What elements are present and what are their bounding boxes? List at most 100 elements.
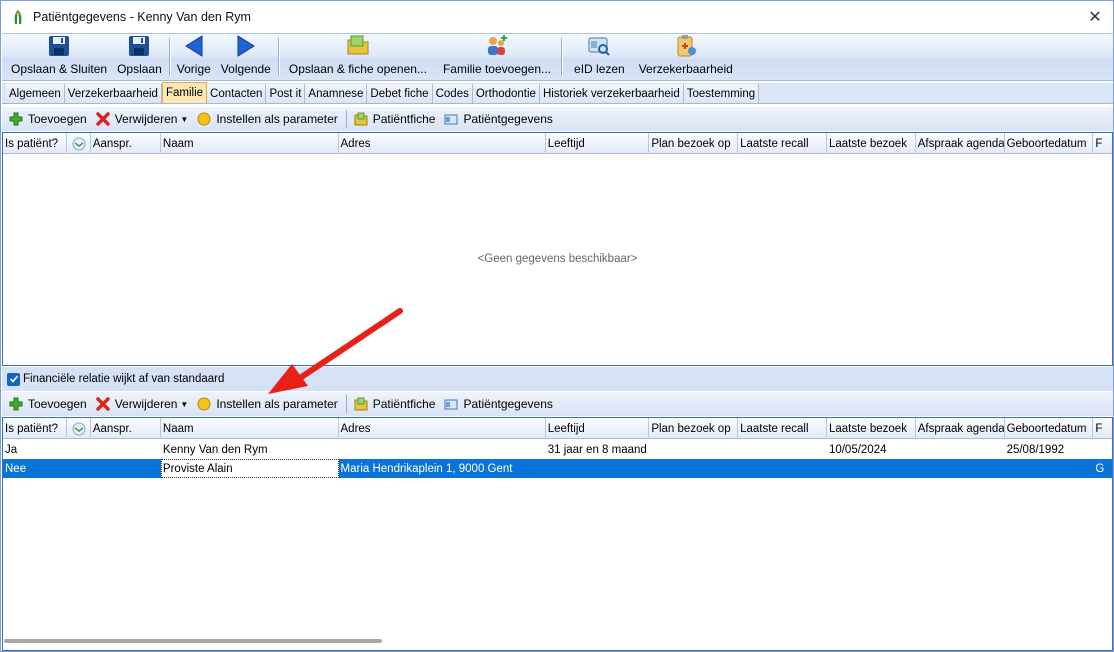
plus-icon: [8, 111, 24, 127]
tab-anamnese[interactable]: Anamnese: [305, 84, 368, 103]
tab-historiek-verzekerbaarheid[interactable]: Historiek verzekerbaarheid: [539, 84, 684, 103]
col-aanspr[interactable]: Aanspr.: [91, 418, 161, 439]
col-aanspr[interactable]: Aanspr.: [91, 133, 161, 154]
close-icon[interactable]: ✕: [1085, 7, 1105, 27]
patient-card-icon: [443, 396, 459, 412]
floppy-disk-icon: [126, 34, 152, 58]
tab-strip: Algemeen Verzekerbaarheid Familie Contac…: [2, 82, 1113, 104]
financial-relation-band: Financiële relatie wijkt af van standaar…: [2, 367, 1113, 391]
patient-file-button[interactable]: Patiëntfiche: [353, 396, 435, 412]
col-laatste-bezoek[interactable]: Laatste bezoek: [827, 133, 916, 154]
patient-data-label: Patiëntgegevens: [463, 112, 553, 126]
app-logo-icon: [14, 10, 22, 24]
envelope-icon: [72, 422, 85, 435]
add-label: Toevoegen: [28, 112, 87, 126]
save-close-button[interactable]: Opslaan & Sluiten: [6, 34, 112, 80]
col-is-patient[interactable]: Is patiënt?: [3, 418, 68, 439]
col-afspraak-agenda[interactable]: Afspraak agenda: [916, 418, 1005, 439]
ribbon-separator: [168, 38, 170, 76]
cell-adres: Maria Hendrikaplein 1, 9000 Gent: [340, 462, 513, 475]
col-naam[interactable]: Naam: [161, 418, 339, 439]
horizontal-scrollbar[interactable]: [4, 639, 382, 643]
grid-header: Is patiënt? Aanspr. Naam Adres Leeftijd …: [3, 418, 1112, 439]
tab-algemeen[interactable]: Algemeen: [6, 84, 65, 103]
col-afspraak-agenda[interactable]: Afspraak agenda: [916, 133, 1005, 154]
table-row[interactable]: Ja Kenny Van den Rym 31 jaar en 8 maand …: [3, 440, 1112, 459]
cell-is-patient: Ja: [5, 443, 18, 456]
col-status-icon[interactable]: [67, 133, 91, 154]
col-geboortedatum[interactable]: Geboortedatum: [1005, 418, 1094, 439]
cell-plan-bezoek: [649, 459, 738, 478]
col-adres[interactable]: Adres: [339, 133, 546, 154]
tab-verzekerbaarheid[interactable]: Verzekerbaarheid: [64, 84, 162, 103]
col-plan-bezoek[interactable]: Plan bezoek op: [649, 133, 739, 154]
add-button[interactable]: Toevoegen: [8, 111, 87, 127]
financial-relation-checkbox[interactable]: [7, 372, 20, 386]
col-geboortedatum[interactable]: Geboortedatum: [1005, 133, 1094, 154]
col-adres[interactable]: Adres: [339, 418, 546, 439]
insurability-button[interactable]: Verzekerbaarheid: [631, 34, 738, 80]
save-open-file-button[interactable]: Opslaan & fiche openen...: [281, 34, 435, 80]
grid-header: Is patiënt? Aanspr. Naam Adres Leeftijd …: [3, 133, 1112, 154]
cell-naam[interactable]: Proviste Alain: [160, 459, 339, 478]
previous-button[interactable]: Vorige: [172, 34, 216, 80]
delete-x-icon: [95, 111, 111, 127]
bottom-family-grid[interactable]: Is patiënt? Aanspr. Naam Adres Leeftijd …: [2, 417, 1113, 651]
chevron-down-icon[interactable]: ▼: [180, 400, 188, 409]
delete-label: Verwijderen: [114, 112, 178, 126]
cell-laatste-bezoek: 10/05/2024: [828, 443, 887, 456]
table-row-selected[interactable]: Nee Proviste Alain Maria Hendrikaplein 1…: [3, 459, 1112, 478]
col-plan-bezoek[interactable]: Plan bezoek op: [649, 418, 739, 439]
read-eid-label: eID lezen: [574, 62, 625, 76]
col-f[interactable]: F: [1093, 418, 1112, 439]
add-family-button[interactable]: Familie toevoegen...: [435, 34, 559, 80]
add-button[interactable]: Toevoegen: [8, 396, 87, 412]
tab-toestemming[interactable]: Toestemming: [683, 84, 760, 103]
toolbar-separator: [345, 395, 347, 413]
patient-file-label: Patiëntfiche: [372, 112, 436, 126]
col-is-patient[interactable]: Is patiënt?: [3, 133, 68, 154]
set-parameter-button[interactable]: Instellen als parameter: [196, 111, 338, 127]
col-laatste-recall[interactable]: Laatste recall: [738, 133, 827, 154]
cell-naam: Kenny Van den Rym: [162, 443, 268, 456]
cell-laatste-recall: [738, 440, 827, 459]
floppy-disk-icon: [46, 34, 72, 58]
col-naam[interactable]: Naam: [161, 133, 339, 154]
read-eid-button[interactable]: eID lezen: [564, 34, 631, 80]
col-laatste-recall[interactable]: Laatste recall: [738, 418, 827, 439]
top-family-grid[interactable]: Is patiënt? Aanspr. Naam Adres Leeftijd …: [2, 132, 1113, 366]
col-f[interactable]: F: [1093, 133, 1112, 154]
ribbon-toolbar: Opslaan & Sluiten Opslaan Vorige Volgend…: [2, 33, 1113, 81]
set-parameter-button[interactable]: Instellen als parameter: [196, 396, 338, 412]
folder-save-icon: [345, 34, 371, 58]
patient-card-icon: [443, 111, 459, 127]
patient-data-button[interactable]: Patiëntgegevens: [443, 396, 553, 412]
ribbon-separator: [277, 38, 279, 76]
insurance-clipboard-icon: [673, 34, 699, 58]
tab-debet-fiche[interactable]: Debet fiche: [367, 84, 433, 103]
plus-icon: [8, 396, 24, 412]
col-leeftijd[interactable]: Leeftijd: [546, 418, 650, 439]
tab-contacten[interactable]: Contacten: [207, 84, 267, 103]
delete-button[interactable]: Verwijderen ▼: [95, 396, 188, 412]
chevron-down-icon[interactable]: ▼: [180, 115, 188, 124]
col-leeftijd[interactable]: Leeftijd: [546, 133, 650, 154]
tab-familie[interactable]: Familie: [161, 82, 208, 103]
delete-button[interactable]: Verwijderen ▼: [95, 111, 188, 127]
tab-post-it[interactable]: Post it: [266, 84, 306, 103]
save-label: Opslaan: [117, 62, 162, 76]
patient-data-button[interactable]: Patiëntgegevens: [443, 111, 553, 127]
col-status-icon[interactable]: [67, 418, 91, 439]
patient-file-button[interactable]: Patiëntfiche: [353, 111, 436, 127]
cell-leeftijd: 31 jaar en 8 maand: [547, 443, 647, 456]
tab-codes[interactable]: Codes: [432, 84, 473, 103]
cell-status: [67, 459, 91, 478]
col-laatste-bezoek[interactable]: Laatste bezoek: [827, 418, 916, 439]
save-button[interactable]: Opslaan: [112, 34, 167, 80]
coin-icon: [196, 111, 212, 127]
cell-geboortedatum: [1005, 459, 1094, 478]
set-parameter-label: Instellen als parameter: [216, 112, 338, 126]
tab-orthodontie[interactable]: Orthodontie: [472, 84, 540, 103]
patient-file-icon: [353, 396, 369, 412]
next-button[interactable]: Volgende: [216, 34, 276, 80]
